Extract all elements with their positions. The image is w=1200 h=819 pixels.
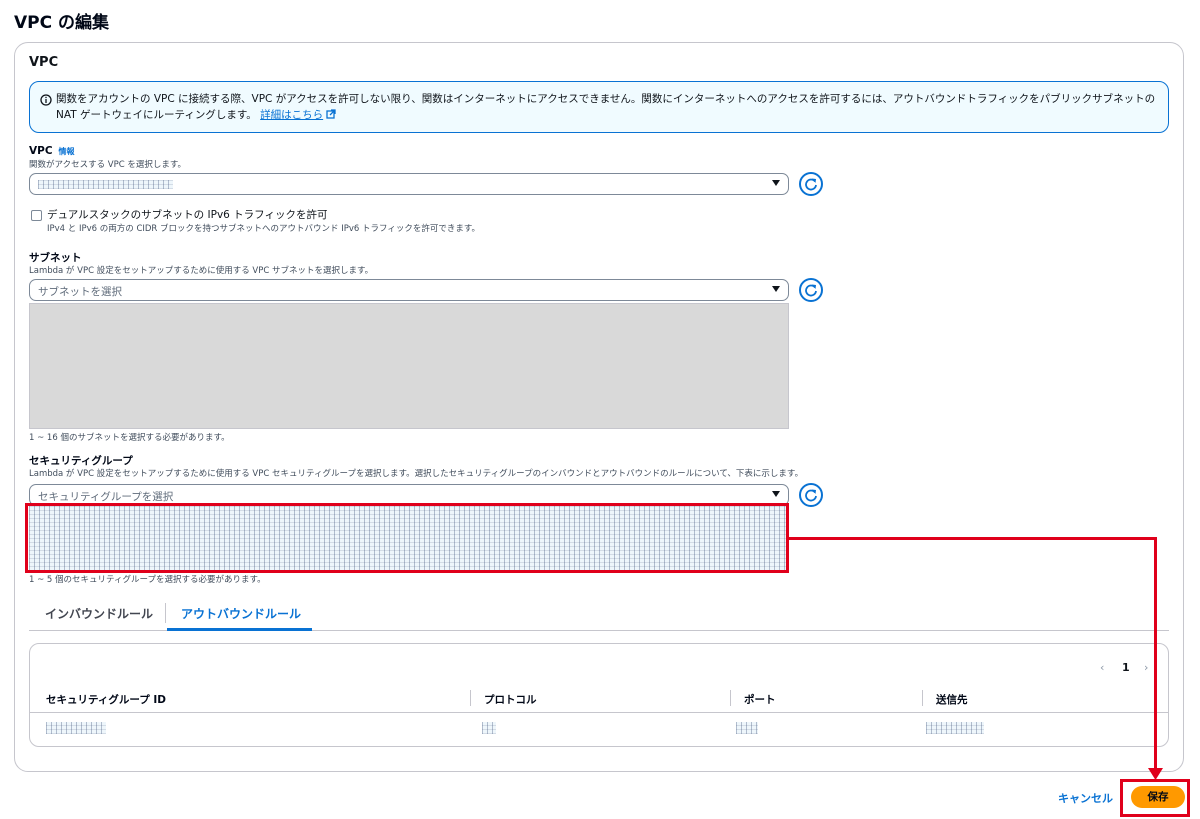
refresh-icon	[805, 489, 817, 502]
column-divider[interactable]	[470, 690, 471, 706]
column-header-port: ポート	[744, 694, 776, 706]
column-header-security-group-id: セキュリティグループ ID	[46, 694, 167, 706]
learn-more-label: 詳細はこちら	[260, 109, 324, 121]
subnet-description: Lambda が VPC 設定をセットアップするために使用する VPC サブネッ…	[29, 266, 374, 276]
subnet-refresh-button[interactable]	[799, 278, 823, 302]
alert-message: 関数をアカウントの VPC に接続する際、VPC がアクセスを許可しない限り、関…	[56, 93, 1156, 121]
chevron-right-icon[interactable]: ›	[1144, 661, 1148, 674]
vpc-redacted-value	[38, 180, 173, 189]
ipv6-description: IPv4 と IPv6 の両方の CIDR ブロックを持つサブネットへのアウトバ…	[47, 224, 481, 234]
info-icon	[40, 94, 52, 106]
table-cell-redacted	[926, 722, 984, 734]
rules-tabs: インバウンドルール アウトバウンドルール	[29, 599, 1169, 631]
annotation-arrow	[788, 537, 1157, 540]
vpc-label-text: VPC	[29, 145, 53, 157]
external-link-icon	[326, 109, 336, 119]
tab-inbound-rules[interactable]: インバウンドルール	[45, 605, 153, 622]
security-group-constraint: 1 ~ 5 個のセキュリティグループを選択する必要があります。	[29, 575, 266, 585]
subnet-select[interactable]: サブネットを選択	[29, 279, 789, 301]
annotation-arrow	[1154, 537, 1157, 773]
table-cell-redacted	[46, 722, 106, 734]
security-group-description: Lambda が VPC 設定をセットアップするために使用する VPC セキュリ…	[29, 469, 804, 479]
header-divider	[30, 712, 1168, 713]
subnet-placeholder: サブネットを選択	[38, 286, 122, 298]
chevron-down-icon	[772, 286, 780, 292]
container-header: VPC	[29, 55, 59, 70]
column-header-protocol: プロトコル	[484, 694, 537, 706]
column-divider[interactable]	[730, 690, 731, 706]
highlight-box-save	[1120, 779, 1190, 817]
table-cell-redacted	[736, 722, 758, 734]
rules-table: ‹ 1 › セキュリティグループ ID プロトコル ポート 送信先	[29, 643, 1169, 747]
column-divider[interactable]	[922, 690, 923, 706]
vpc-description: 関数がアクセスする VPC を選択します。	[29, 160, 187, 170]
table-cell-redacted	[482, 722, 496, 734]
chevron-down-icon	[772, 491, 780, 497]
chevron-left-icon[interactable]: ‹	[1100, 661, 1104, 674]
highlight-box-security-group	[25, 503, 789, 573]
chevron-down-icon	[772, 180, 780, 186]
subnet-label: サブネット	[29, 252, 82, 264]
vpc-container: VPC 関数をアカウントの VPC に接続する際、VPC がアクセスを許可しない…	[14, 42, 1184, 772]
subnet-constraint: 1 ~ 16 個のサブネットを選択する必要があります。	[29, 433, 230, 443]
active-tab-indicator	[167, 628, 312, 631]
ipv6-label: デュアルスタックのサブネットの IPv6 トラフィックを許可	[47, 209, 328, 221]
vpc-info-link[interactable]: 情報	[59, 147, 75, 156]
security-group-placeholder: セキュリティグループを選択	[38, 491, 174, 503]
page-title: VPC の編集	[14, 13, 110, 33]
learn-more-link[interactable]: 詳細はこちら	[260, 109, 336, 121]
security-group-label: セキュリティグループ	[29, 455, 133, 467]
pagination: ‹ 1 ›	[1100, 661, 1160, 675]
column-header-destination: 送信先	[936, 694, 968, 706]
vpc-label: VPC 情報	[29, 145, 75, 157]
tab-outbound-rules[interactable]: アウトバウンドルール	[181, 605, 301, 622]
refresh-icon	[805, 178, 817, 191]
selected-subnets-area	[29, 303, 789, 429]
alert-text: 関数をアカウントの VPC に接続する際、VPC がアクセスを許可しない限り、関…	[56, 91, 1156, 123]
tab-divider	[165, 603, 166, 623]
info-alert: 関数をアカウントの VPC に接続する際、VPC がアクセスを許可しない限り、関…	[29, 81, 1169, 133]
vpc-refresh-button[interactable]	[799, 172, 823, 196]
current-page[interactable]: 1	[1122, 661, 1130, 674]
security-group-refresh-button[interactable]	[799, 483, 823, 507]
ipv6-checkbox[interactable]	[31, 210, 42, 221]
refresh-icon	[805, 284, 817, 297]
vpc-select[interactable]	[29, 173, 789, 195]
cancel-button[interactable]: キャンセル	[1058, 790, 1113, 806]
